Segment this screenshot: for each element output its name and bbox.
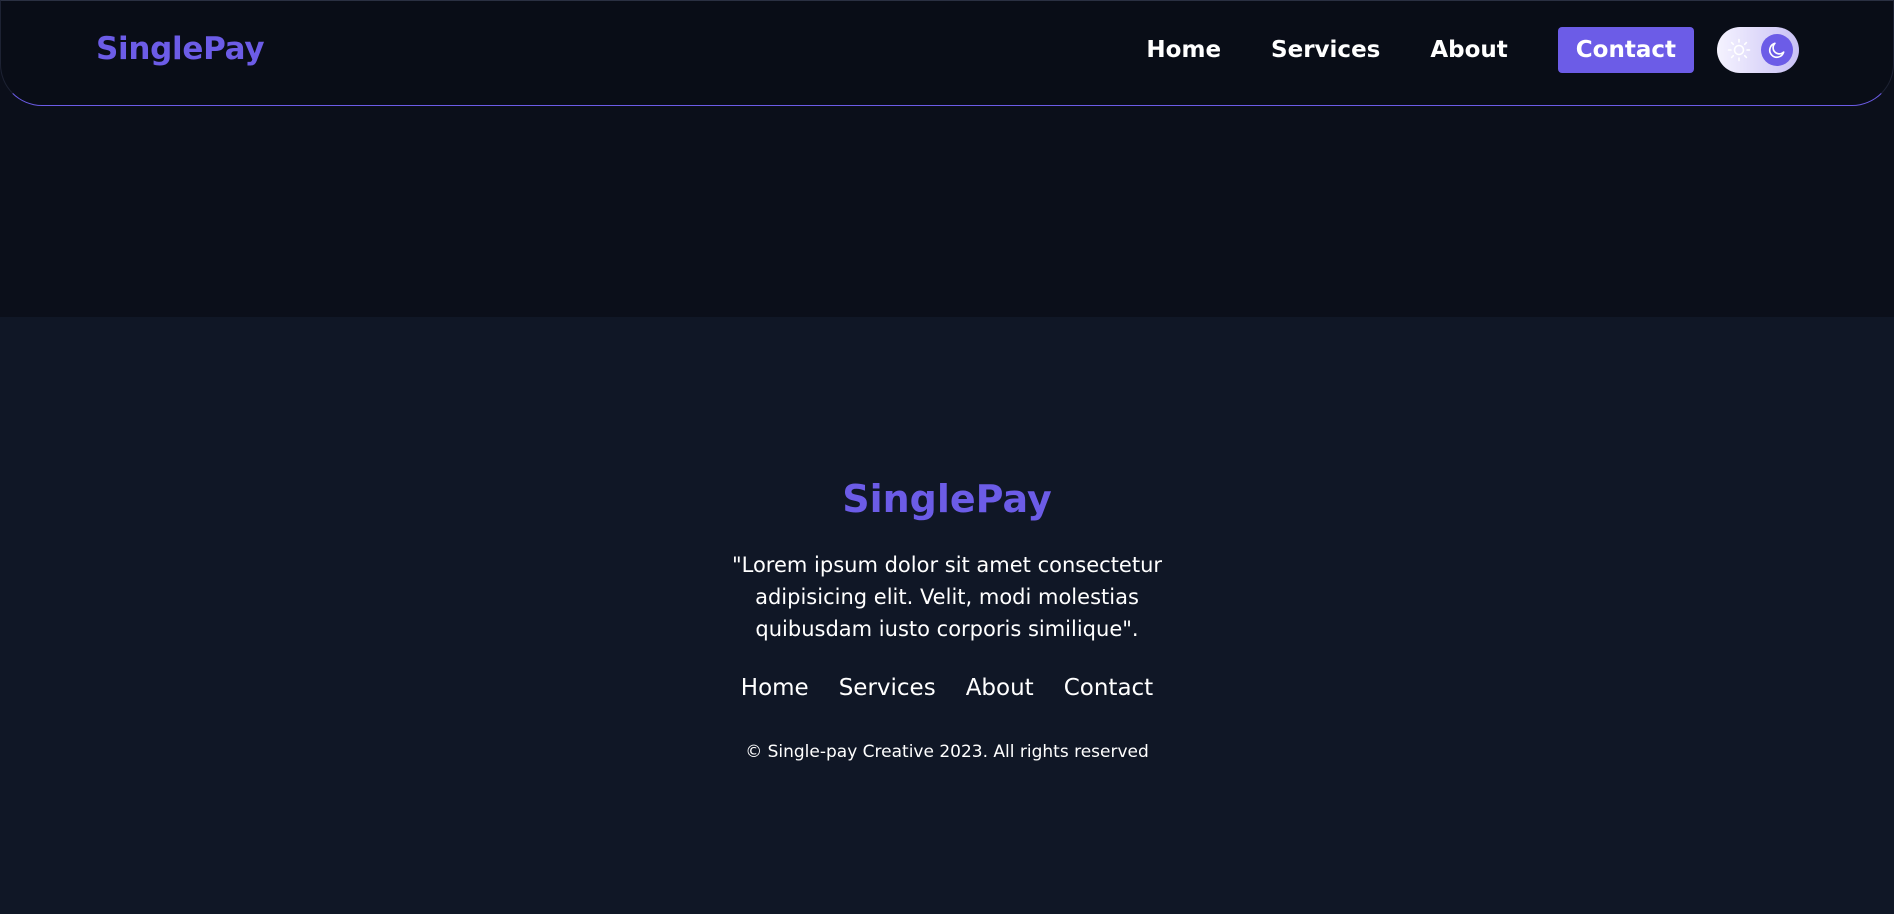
footer-link-services[interactable]: Services [839, 675, 936, 701]
footer-links: Home Services About Contact [0, 675, 1894, 701]
nav-links: Home Services About Contact [1146, 27, 1799, 73]
toggle-knob[interactable] [1761, 34, 1793, 66]
moon-icon [1768, 42, 1785, 59]
footer-link-home[interactable]: Home [741, 675, 809, 701]
theme-toggle[interactable] [1717, 27, 1799, 73]
footer-link-contact[interactable]: Contact [1064, 675, 1153, 701]
sun-icon [1727, 38, 1751, 62]
nav-link-home[interactable]: Home [1146, 37, 1221, 63]
nav-link-services[interactable]: Services [1271, 37, 1380, 63]
footer: SinglePay "Lorem ipsum dolor sit amet co… [0, 317, 1894, 914]
footer-quote: "Lorem ipsum dolor sit amet consectetur … [731, 553, 1163, 641]
footer-link-about[interactable]: About [966, 675, 1034, 701]
hero-section: SinglePay Home Services About Contact [0, 0, 1894, 317]
footer-brand: SinglePay [842, 477, 1052, 521]
nav-link-about[interactable]: About [1430, 37, 1507, 63]
brand-logo[interactable]: SinglePay [96, 31, 265, 67]
page: SinglePay Home Services About Contact Si… [0, 0, 1894, 914]
navbar: SinglePay Home Services About Contact [0, 0, 1894, 106]
contact-button[interactable]: Contact [1557, 27, 1694, 73]
copyright-text: © Single-pay Creative 2023. All rights r… [745, 742, 1149, 762]
